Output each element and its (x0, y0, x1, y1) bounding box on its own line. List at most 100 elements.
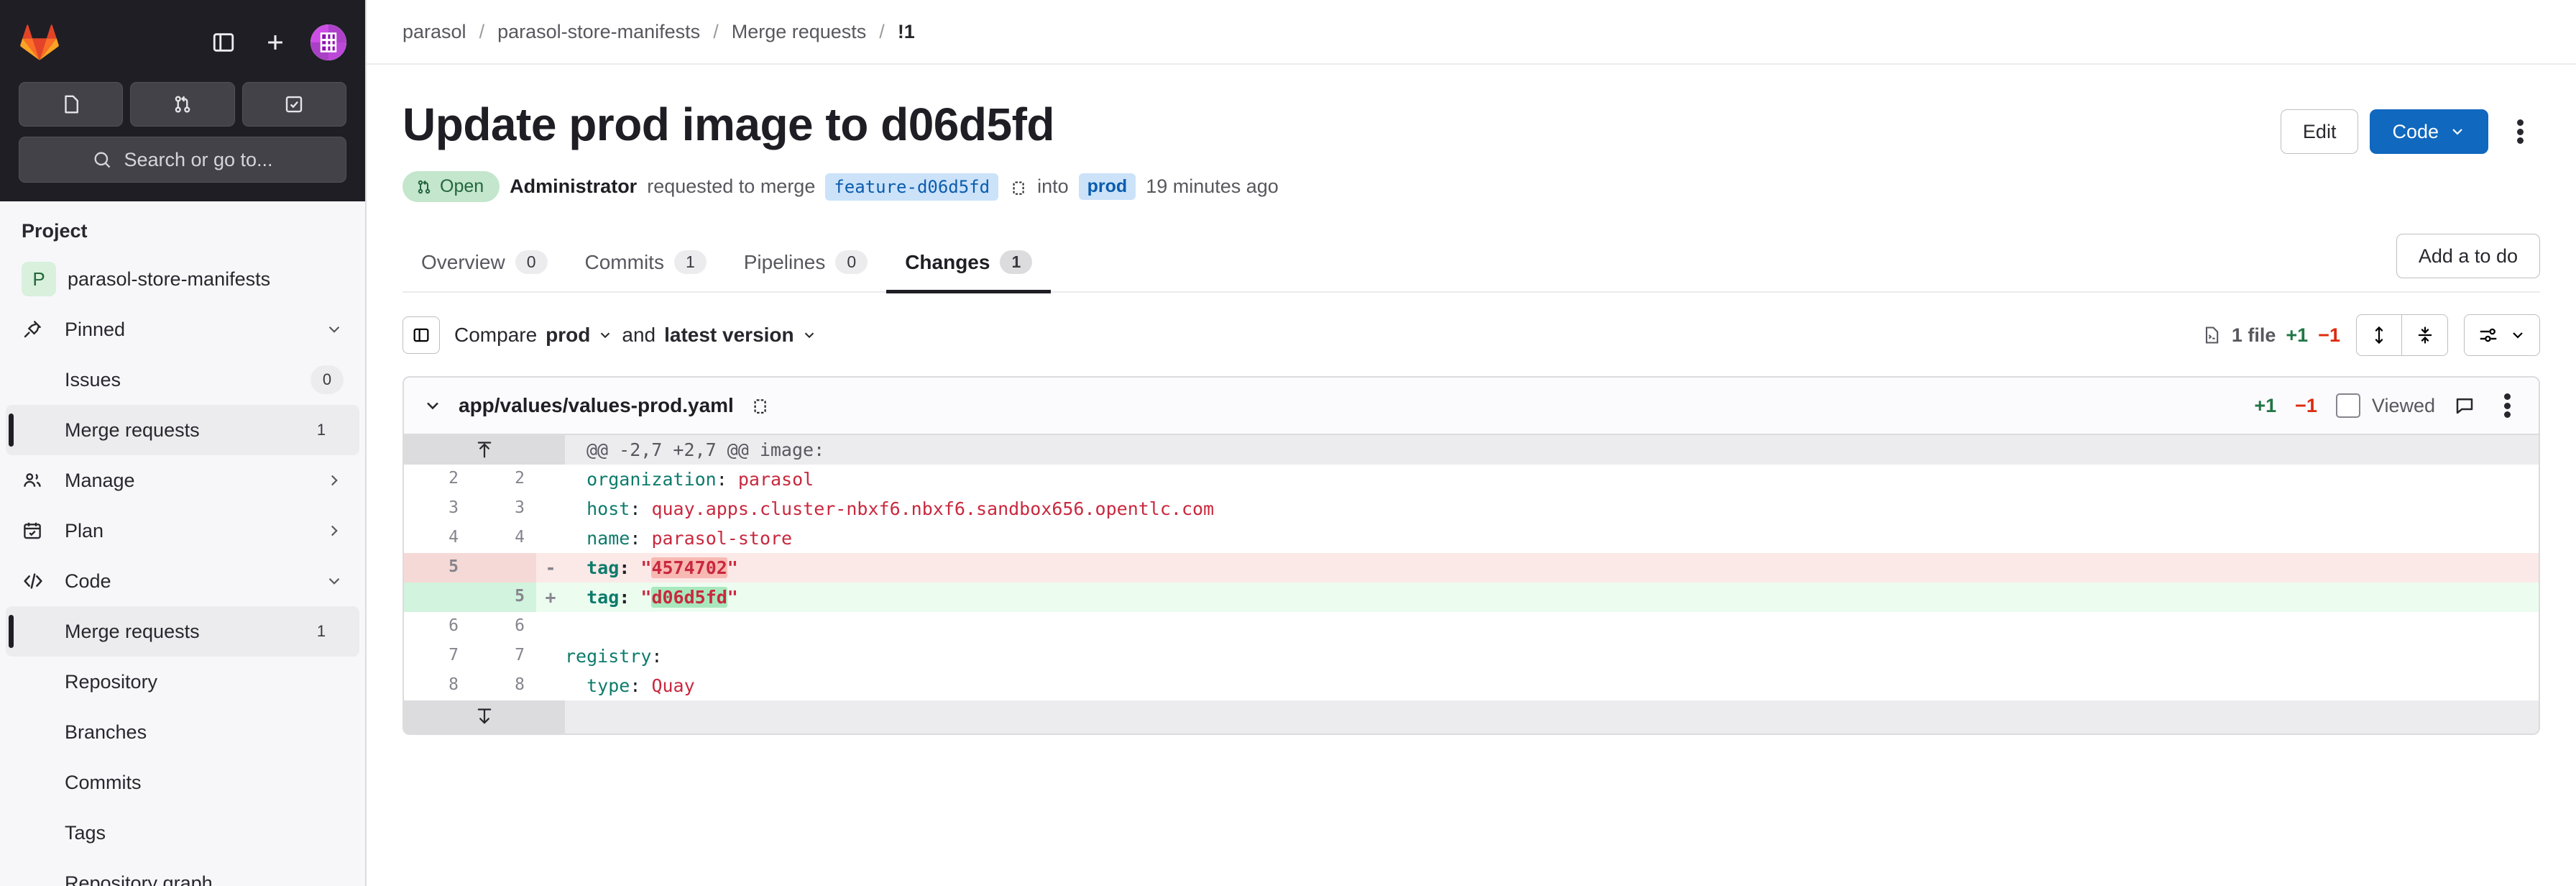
viewed-label: Viewed (2371, 394, 2435, 416)
sidebar-item-repository-graph[interactable]: Repository graph (0, 858, 365, 886)
search-input[interactable]: Search or go to... (19, 137, 346, 183)
code-icon (22, 570, 53, 593)
file-count-label: 1 file (2231, 324, 2276, 346)
diff-row-removed: 5 - tag: "4574702" (404, 553, 2539, 583)
diff-new-line-number: 5 (470, 583, 536, 612)
diff-new-line-number: 2 (515, 469, 525, 488)
viewed-checkbox[interactable] (2335, 393, 2360, 418)
source-branch[interactable]: feature-d06d5fd (825, 173, 999, 201)
issues-count: 0 (310, 365, 344, 394)
sidebar-item-pinned[interactable]: Pinned (0, 304, 365, 355)
diff-new-line-number: 8 (515, 675, 525, 694)
sidebar-item-branches[interactable]: Branches (0, 707, 365, 757)
tab-label: Pipelines (743, 250, 826, 273)
diff-old-line-number: 2 (448, 469, 459, 488)
code-button-label: Code (2392, 120, 2439, 142)
chevron-right-icon[interactable] (325, 521, 344, 540)
chevron-down-icon[interactable] (423, 396, 443, 416)
code-button[interactable]: Code (2370, 109, 2488, 154)
sidebar-item-label: Merge requests (65, 419, 200, 441)
sidebar-nav-pills (19, 82, 346, 127)
project-initial-badge: P (22, 262, 56, 296)
chevron-down-icon[interactable] (325, 320, 344, 339)
compare-source-dropdown[interactable]: prod (546, 324, 613, 347)
tab-commits[interactable]: Commits 1 (566, 237, 725, 293)
expand-up-button[interactable] (404, 435, 565, 465)
issues-pill[interactable] (19, 82, 124, 127)
compare-source-value: prod (546, 324, 591, 346)
compare-conjunction: and (622, 324, 656, 346)
sidebar-item-plan[interactable]: Plan (0, 506, 365, 556)
kebab-icon (2503, 402, 2511, 409)
chevron-down-icon[interactable] (325, 572, 344, 590)
collapse-all-button[interactable] (2402, 314, 2448, 356)
diff-row: 6 6 (404, 612, 2539, 641)
diff-file-path[interactable]: app/values/values-prod.yaml (459, 394, 734, 417)
sidebar-item-label: Pinned (65, 318, 126, 340)
sidebar-item-project[interactable]: P parasol-store-manifests (0, 254, 365, 304)
sidebar-item-label: Merge requests (65, 620, 200, 642)
tab-label: Overview (421, 250, 505, 273)
expand-all-button[interactable] (2356, 314, 2402, 356)
sidebar-item-label: Issues (65, 368, 121, 391)
compare-version-dropdown[interactable]: latest version (664, 324, 817, 347)
sidebar-item-code[interactable]: Code (0, 556, 365, 606)
chevron-right-icon[interactable] (325, 471, 344, 490)
sidebar-item-issues[interactable]: Issues 0 (0, 355, 365, 405)
sidebar-item-tags[interactable]: Tags (0, 808, 365, 858)
diff-new-line-number: 6 (515, 616, 525, 635)
compare-toolbar: Compare prod and latest version 1 file +… (402, 293, 2540, 376)
breadcrumb-item-merge-requests[interactable]: Merge requests (732, 21, 867, 43)
sidebar: Search or go to... Project P parasol-sto… (0, 0, 367, 886)
tab-count: 1 (1000, 250, 1033, 274)
main-content: parasol / parasol-store-manifests / Merg… (367, 0, 2576, 886)
copy-branch-icon[interactable] (1008, 178, 1027, 196)
sidebar-toggle-icon[interactable] (207, 26, 240, 59)
edit-button[interactable]: Edit (2280, 109, 2359, 154)
target-branch[interactable]: prod (1078, 173, 1136, 200)
sidebar-item-manage[interactable]: Manage (0, 455, 365, 506)
title-row: Update prod image to d06d5fd Edit Code (402, 65, 2540, 154)
kebab-icon (2516, 137, 2524, 144)
merge-request-meta: Open Administrator requested to merge fe… (402, 171, 2540, 202)
diff-row-added: 5 + tag: "d06d5fd" (404, 583, 2539, 612)
more-actions-button[interactable] (2500, 109, 2540, 154)
breadcrumb-item-group[interactable]: parasol (402, 21, 466, 43)
sidebar-item-label: Repository graph (65, 872, 213, 886)
merge-requests-count: 1 (305, 617, 338, 646)
diff-marker (536, 671, 565, 700)
breadcrumb-item-project[interactable]: parasol-store-manifests (497, 21, 700, 43)
user-avatar[interactable] (310, 24, 346, 60)
expand-down-filler (565, 700, 2539, 734)
diff-code-line: host: quay.apps.cluster-nbxf6.nbxf6.sand… (586, 498, 1215, 519)
tab-pipelines[interactable]: Pipelines 0 (725, 237, 886, 293)
diff-row: 7 7 registry: (404, 641, 2539, 671)
diff-marker: + (545, 587, 556, 608)
tab-overview[interactable]: Overview 0 (402, 237, 566, 293)
viewed-toggle[interactable]: Viewed (2335, 393, 2435, 418)
file-more-actions-button[interactable] (2494, 391, 2520, 420)
sidebar-item-repository[interactable]: Repository (0, 657, 365, 707)
sidebar-item-merge-requests[interactable]: Merge requests 1 (6, 606, 359, 657)
comment-icon[interactable] (2454, 395, 2475, 416)
new-item-plus-icon[interactable] (259, 26, 292, 59)
tab-changes[interactable]: Changes 1 (886, 237, 1052, 293)
copy-path-icon[interactable] (750, 396, 770, 416)
sidebar-item-merge-requests-pinned[interactable]: Merge requests 1 (6, 405, 359, 455)
settings-sliders-icon (2478, 324, 2499, 346)
todos-pill[interactable] (242, 82, 346, 127)
sidebar-item-commits[interactable]: Commits (0, 757, 365, 808)
breadcrumb-separator: / (713, 20, 719, 42)
diff-hunk-header: @@ -2,7 +2,7 @@ image: (586, 439, 825, 460)
add-todo-button[interactable]: Add a to do (2396, 234, 2540, 278)
diff-preferences-button[interactable] (2464, 314, 2540, 356)
diff-new-line-number: 3 (515, 498, 525, 517)
diff-layout-toggle-button[interactable] (402, 316, 440, 354)
file-additions: +1 (2254, 394, 2277, 416)
gitlab-logo-icon[interactable] (19, 23, 60, 62)
diff-new-line-number: 4 (515, 528, 525, 547)
merge-requests-pill[interactable] (130, 82, 235, 127)
expand-down-button[interactable] (404, 700, 565, 734)
sidebar-item-label: Code (65, 570, 111, 592)
diff-hunk-header-row: @@ -2,7 +2,7 @@ image: (404, 435, 2539, 465)
